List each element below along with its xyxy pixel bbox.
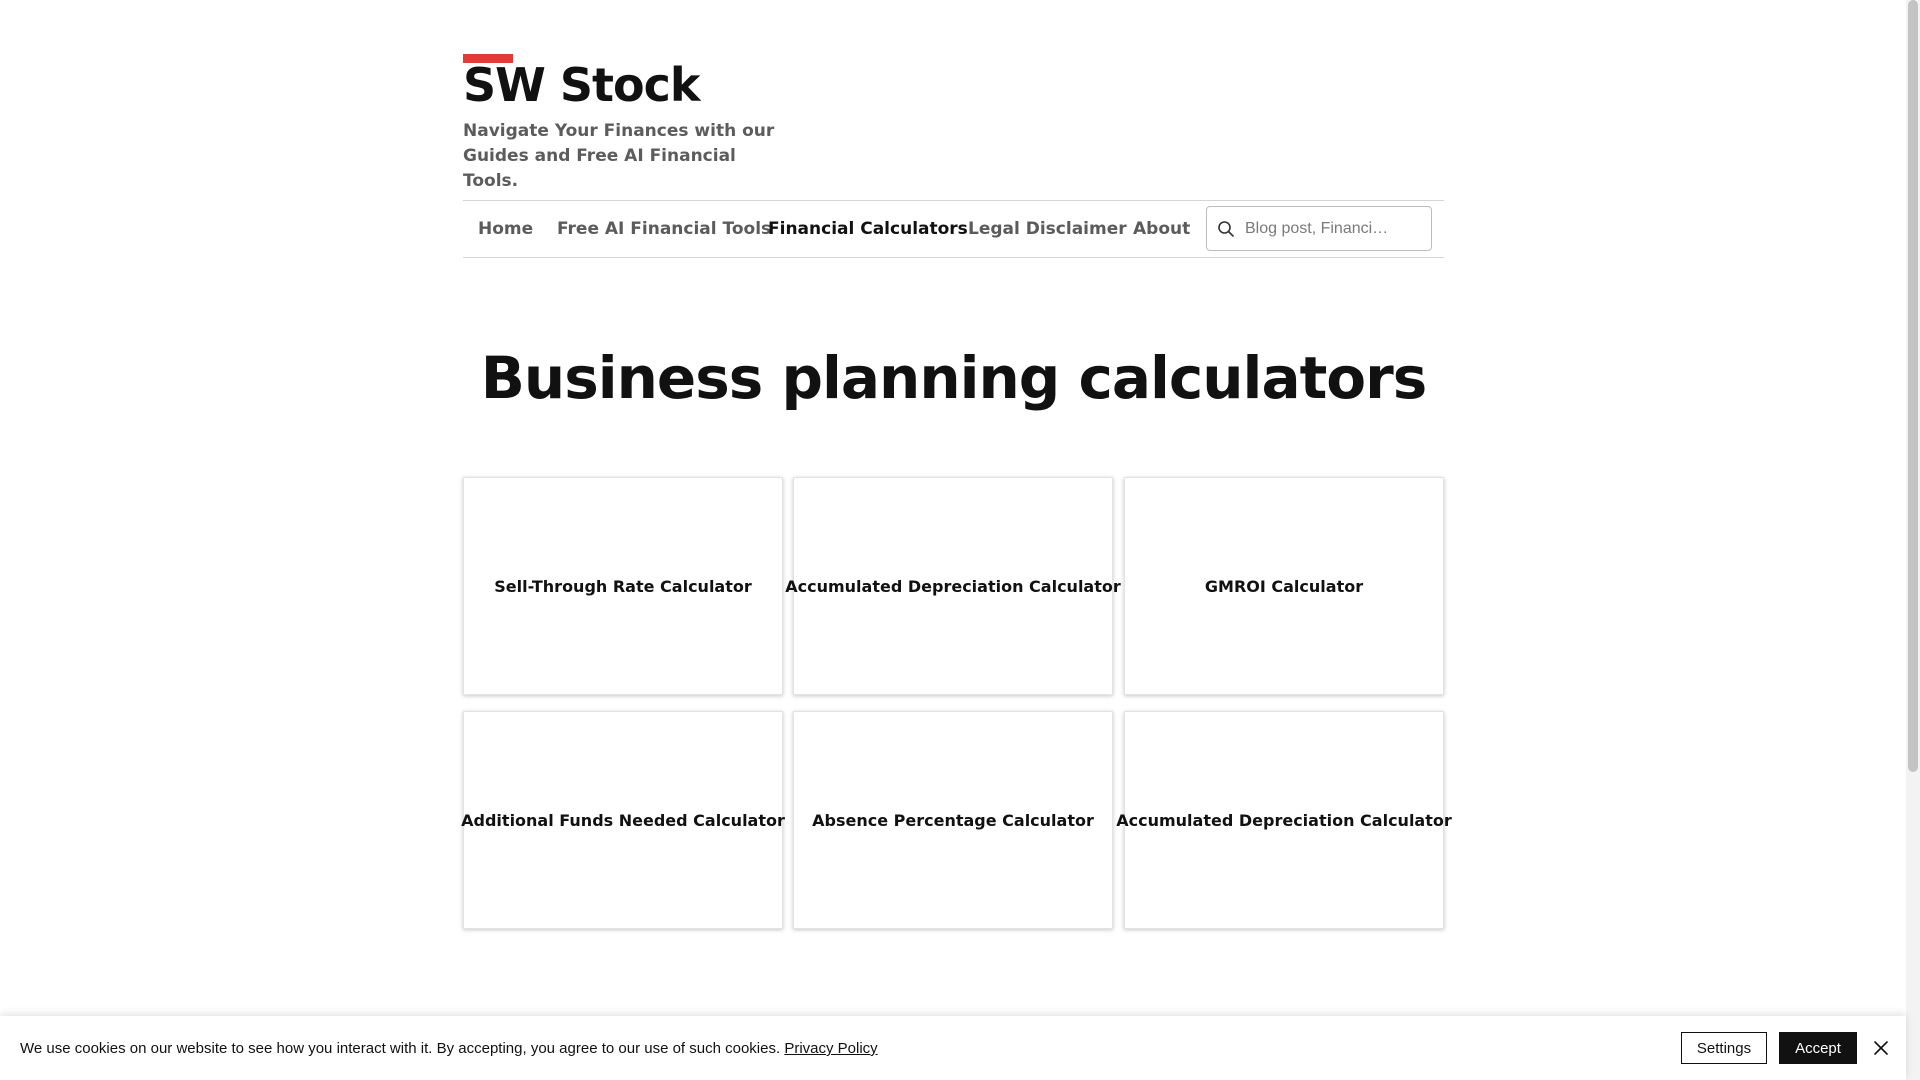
main-nav: Home Free AI Financial Tools Financial C… (463, 200, 1444, 258)
calculator-card-sell-through-rate[interactable]: Sell-Through Rate Calculator (463, 477, 783, 695)
nav-item-home[interactable]: Home (478, 201, 533, 258)
nav-item-about[interactable]: About (1133, 201, 1190, 258)
cookie-message: We use cookies on our website to see how… (20, 1040, 781, 1057)
search-box[interactable] (1206, 206, 1432, 251)
calculator-card-accumulated-depreciation[interactable]: Accumulated Depreciation Calculator (785, 477, 1121, 695)
card-label: Accumulated Depreciation Calculator (785, 576, 1121, 596)
search-input[interactable] (1245, 207, 1425, 250)
card-label: Additional Funds Needed Calculator (461, 810, 785, 830)
page-title: Business planning calculators (480, 344, 1428, 412)
site-tagline: Navigate Your Finances with our Guides a… (463, 121, 775, 191)
cookie-banner: We use cookies on our website to see how… (0, 1016, 1906, 1080)
calculator-card-gmroi[interactable]: GMROI Calculator (1124, 477, 1444, 695)
calculator-card-absence-percentage[interactable]: Absence Percentage Calculator (793, 711, 1113, 929)
search-icon (1218, 221, 1234, 237)
calculator-card-additional-funds-needed[interactable]: Additional Funds Needed Calculator (461, 711, 785, 929)
site-logo[interactable]: SW Stock (463, 58, 700, 112)
close-icon[interactable] (1871, 1038, 1891, 1058)
calculator-card-accumulated-depreciation-2[interactable]: Accumulated Depreciation Calculator (1116, 711, 1452, 929)
cookie-accept-button[interactable]: Accept (1779, 1032, 1857, 1064)
card-label: Accumulated Depreciation Calculator (1116, 810, 1452, 830)
privacy-policy-link[interactable]: Privacy Policy (784, 1040, 877, 1057)
card-label: Absence Percentage Calculator (812, 810, 1094, 830)
page-scrollbar[interactable] (1906, 0, 1920, 1080)
scrollbar-thumb[interactable] (1908, 0, 1918, 772)
cookie-settings-button[interactable]: Settings (1681, 1032, 1767, 1064)
card-label: GMROI Calculator (1204, 576, 1364, 596)
cookie-text-container: We use cookies on our website to see how… (20, 1040, 878, 1057)
card-label: Sell-Through Rate Calculator (494, 576, 752, 596)
nav-item-legal-disclaimer[interactable]: Legal Disclaimer (968, 201, 1127, 258)
nav-item-financial-calculators[interactable]: Financial Calculators (768, 201, 968, 258)
nav-item-free-ai-financial-tools[interactable]: Free AI Financial Tools (557, 201, 771, 258)
